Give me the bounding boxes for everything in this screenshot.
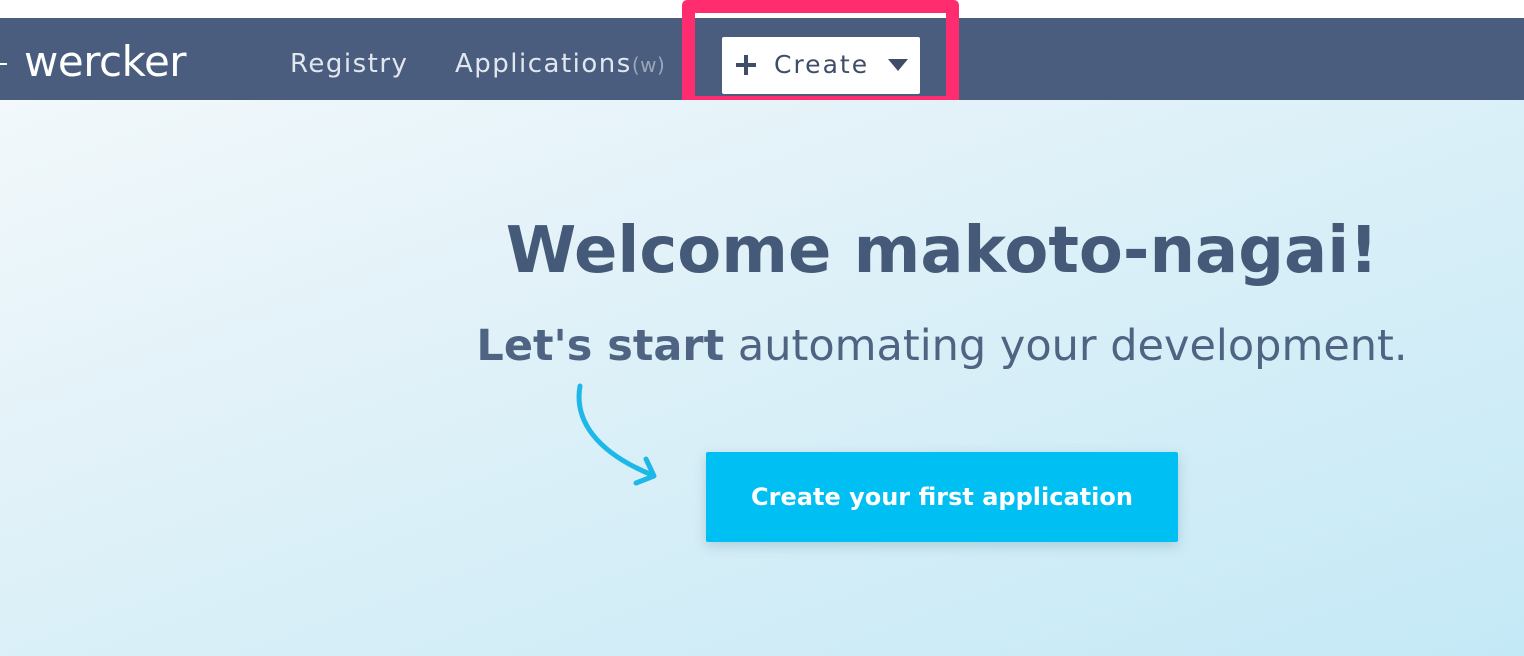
caret-down-icon <box>888 59 908 71</box>
nav-link-applications-label: Applications <box>455 49 632 79</box>
subtitle-bold: Let's start <box>476 321 725 371</box>
top-navbar: wercker Registry Applications(w) Create <box>0 18 1524 100</box>
welcome-hero <box>0 100 1524 656</box>
wercker-dashboard: wercker Registry Applications(w) Create … <box>0 0 1524 656</box>
wercker-logo[interactable]: wercker <box>24 36 187 88</box>
create-first-application-button[interactable]: Create your first application <box>706 452 1178 542</box>
nav-link-registry-label: Registry <box>290 49 409 79</box>
subtitle-rest: automating your development. <box>724 321 1408 371</box>
applications-count: (w) <box>631 53 666 77</box>
curved-arrow-icon <box>576 383 657 486</box>
plus-icon <box>736 55 756 75</box>
create-menu-label: Create <box>774 50 870 79</box>
create-menu-button[interactable]: Create <box>722 37 920 94</box>
nav-edge-mark <box>0 63 7 65</box>
create-first-application-label: Create your first application <box>751 483 1133 511</box>
welcome-subtitle: Let's start automating your development. <box>476 316 1407 376</box>
top-strip <box>0 0 1524 18</box>
nav-link-registry[interactable]: Registry <box>290 46 408 82</box>
welcome-title: Welcome makoto-nagai! <box>505 214 1379 288</box>
nav-link-applications[interactable]: Applications(w) <box>455 46 665 83</box>
